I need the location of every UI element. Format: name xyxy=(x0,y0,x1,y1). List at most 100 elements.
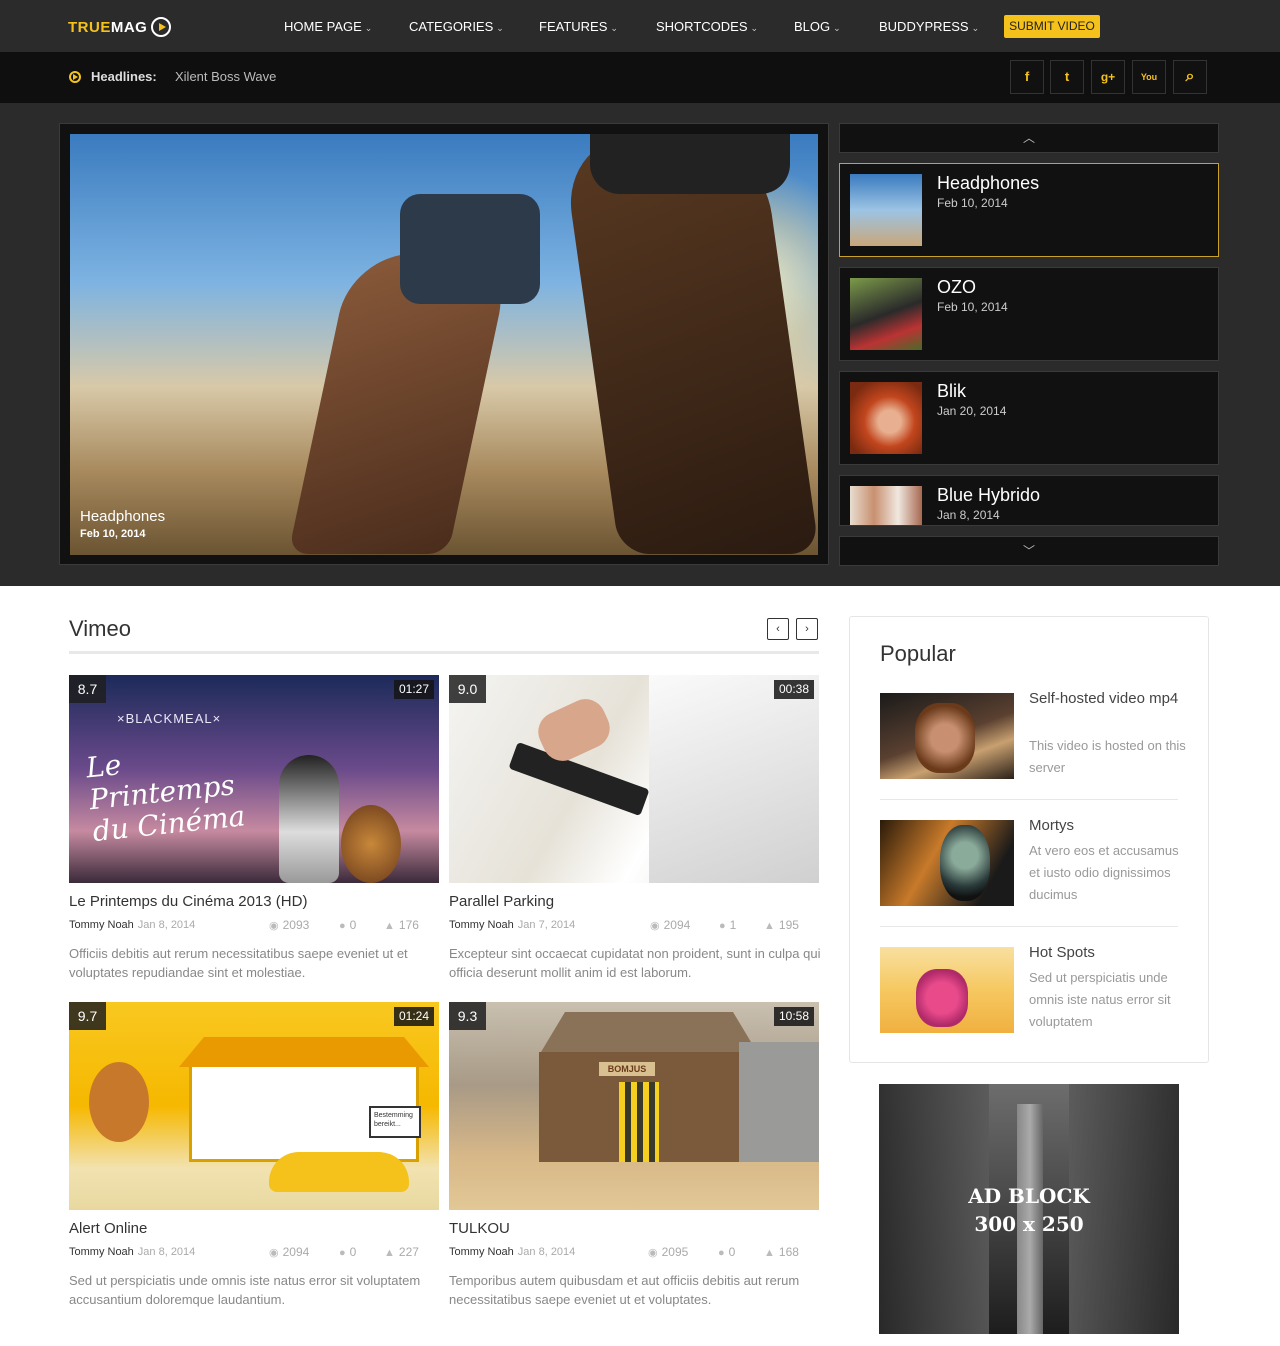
headline-link[interactable]: Xilent Boss Wave xyxy=(175,69,276,84)
facebook-icon[interactable]: f xyxy=(1010,60,1044,94)
featured-caption-title[interactable]: Headphones xyxy=(80,508,165,525)
logo-text-true: TRUE xyxy=(68,18,111,36)
author-link[interactable]: Tommy Noah xyxy=(449,919,514,931)
post-date: Jan 8, 2014 xyxy=(517,1246,576,1258)
slider-item-date: Jan 20, 2014 xyxy=(937,404,1007,418)
thumbnail-sign-text: Bestemming bereikt... xyxy=(369,1106,421,1138)
slider-item-date: Feb 10, 2014 xyxy=(937,300,1008,314)
menu-label: HOME PAGE xyxy=(284,19,362,34)
menu-item-categories[interactable]: CATEGORIES ⌄ xyxy=(409,19,504,34)
slider-item-title: Headphones xyxy=(937,173,1040,193)
popular-item-title[interactable]: Self-hosted video mp4 xyxy=(1029,688,1189,710)
slider-down-button[interactable]: ﹀ xyxy=(839,536,1219,566)
comments-value: 1 xyxy=(729,918,737,932)
chevron-down-icon: ⌄ xyxy=(971,23,980,33)
thumbnail-roof xyxy=(179,1037,429,1067)
video-thumbnail[interactable]: BOMJUS 9.3 10:58 xyxy=(449,1002,819,1210)
video-title[interactable]: Le Printemps du Cinéma 2013 (HD) xyxy=(69,893,307,910)
likes-value: 168 xyxy=(778,1245,799,1259)
slider-item-date: Jan 8, 2014 xyxy=(937,508,1000,522)
popular-thumbnail[interactable] xyxy=(880,820,1014,906)
post-date: Jan 7, 2014 xyxy=(517,919,576,931)
submit-video-button[interactable]: SUBMIT VIDEO xyxy=(1004,15,1100,38)
views-count: ◉ 2093 xyxy=(269,918,309,932)
popular-item-desc: This video is hosted on this server xyxy=(1029,738,1186,775)
video-thumbnail[interactable]: ×BLACKMEAL× Le Printemps du Cinéma 8.7 0… xyxy=(69,675,439,883)
slider-item-date: Feb 10, 2014 xyxy=(937,196,1008,210)
video-excerpt: Officiis debitis aut rerum necessitatibu… xyxy=(69,946,408,980)
views-value: 2094 xyxy=(282,1245,310,1259)
video-excerpt: Sed ut perspiciatis unde omnis iste natu… xyxy=(69,1273,421,1307)
menu-item-buddypress[interactable]: BUDDYPRESS ⌄ xyxy=(879,19,979,34)
youtube-icon[interactable]: You xyxy=(1132,60,1166,94)
slider-item[interactable]: OZO Feb 10, 2014 xyxy=(839,267,1219,361)
comment-icon: ● xyxy=(339,1247,346,1259)
author-link[interactable]: Tommy Noah xyxy=(69,919,134,931)
site-logo[interactable]: TRUE MAG xyxy=(68,15,172,39)
section-title-vimeo: Vimeo xyxy=(69,616,131,641)
video-title[interactable]: Alert Online xyxy=(69,1220,147,1237)
search-icon[interactable]: ⌕ xyxy=(1173,60,1207,94)
logo-text-mag: MAG xyxy=(110,18,148,36)
comment-icon: ● xyxy=(339,920,346,932)
menu-item-home-page[interactable]: HOME PAGE ⌄ xyxy=(284,19,372,34)
prev-button[interactable]: ‹ xyxy=(767,618,789,640)
video-thumbnail[interactable]: 9.0 00:38 xyxy=(449,675,819,883)
video-title[interactable]: Parallel Parking xyxy=(449,893,554,910)
googleplus-icon[interactable]: g+ xyxy=(1091,60,1125,94)
thumbnail-sign-text: BOMJUS xyxy=(599,1062,655,1076)
rating-badge: 9.7 xyxy=(69,1002,106,1030)
ad-label: AD BLOCK 300 x 250 xyxy=(879,1182,1179,1238)
video-excerpt: Temporibus autem quibusdam et aut offici… xyxy=(449,1273,800,1307)
slider-item-thumbnail xyxy=(850,486,922,525)
comment-icon: ● xyxy=(718,1247,725,1259)
slider-item-thumbnail xyxy=(850,174,922,246)
next-button[interactable]: › xyxy=(796,618,818,640)
popular-item-desc: At vero eos et accusamus et iusto odio d… xyxy=(1029,843,1179,902)
divider xyxy=(880,926,1178,927)
chevron-down-icon: ⌄ xyxy=(833,23,841,33)
video-thumbnail[interactable]: Bestemming bereikt... 9.7 01:24 xyxy=(69,1002,439,1210)
menu-item-shortcodes[interactable]: SHORTCODES ⌄ xyxy=(656,19,758,34)
popular-thumbnail[interactable] xyxy=(880,693,1014,779)
menu-item-features[interactable]: FEATURES ⌄ xyxy=(539,19,618,34)
video-title[interactable]: TULKOU xyxy=(449,1220,510,1237)
comments-value: 0 xyxy=(349,1245,357,1259)
thumbnail-roof xyxy=(541,1012,757,1052)
duration-badge: 01:27 xyxy=(393,680,434,699)
twitter-icon[interactable]: t xyxy=(1050,60,1084,94)
slider-item-thumbnail xyxy=(850,278,922,350)
thumbnail-car xyxy=(269,1152,409,1192)
comments-count: ● 1 xyxy=(719,918,736,932)
thumbnail-shirt xyxy=(649,675,819,883)
thumbnail-curtain xyxy=(619,1082,659,1162)
views-value: 2094 xyxy=(663,918,691,932)
slider-item-title: Blue Hybrido xyxy=(937,485,1041,505)
slider-item[interactable]: Blik Jan 20, 2014 xyxy=(839,371,1219,465)
post-date: Jan 8, 2014 xyxy=(137,1246,196,1258)
author-link[interactable]: Tommy Noah xyxy=(69,1246,134,1258)
thumbnail-wall xyxy=(739,1042,819,1162)
menu-item-blog[interactable]: BLOG ⌄ xyxy=(794,19,841,34)
popular-item-title[interactable]: Hot Spots xyxy=(1029,942,1189,964)
likes-count: ▲ 195 xyxy=(764,918,799,932)
eye-icon: ◉ xyxy=(269,920,279,932)
slider-item[interactable]: Blue Hybrido Jan 8, 2014 xyxy=(839,475,1219,526)
video-excerpt: Excepteur sint occaecat cupidatat non pr… xyxy=(449,946,821,980)
menu-label: SHORTCODES xyxy=(656,19,748,34)
author-link[interactable]: Tommy Noah xyxy=(449,1246,514,1258)
slider-up-button[interactable]: ︿ xyxy=(839,123,1219,153)
featured-main-image[interactable] xyxy=(70,134,818,555)
comments-value: 0 xyxy=(349,918,357,932)
comments-count: ● 0 xyxy=(339,918,356,932)
views-value: 2095 xyxy=(661,1245,689,1259)
likes-value: 195 xyxy=(778,918,799,932)
video-meta: Tommy Noah Jan 8, 2014 xyxy=(69,919,195,931)
popular-item-title[interactable]: Mortys xyxy=(1029,815,1189,837)
duration-badge: 10:58 xyxy=(773,1007,814,1026)
slider-item[interactable]: Headphones Feb 10, 2014 xyxy=(839,163,1219,257)
eye-icon: ◉ xyxy=(648,1247,658,1259)
popular-thumbnail[interactable] xyxy=(880,947,1014,1033)
thumbs-up-icon: ▲ xyxy=(384,1247,395,1259)
top-navbar: TRUE MAG HOME PAGE ⌄ CATEGORIES ⌄ FEATURES ⌄… xyxy=(0,0,1280,52)
